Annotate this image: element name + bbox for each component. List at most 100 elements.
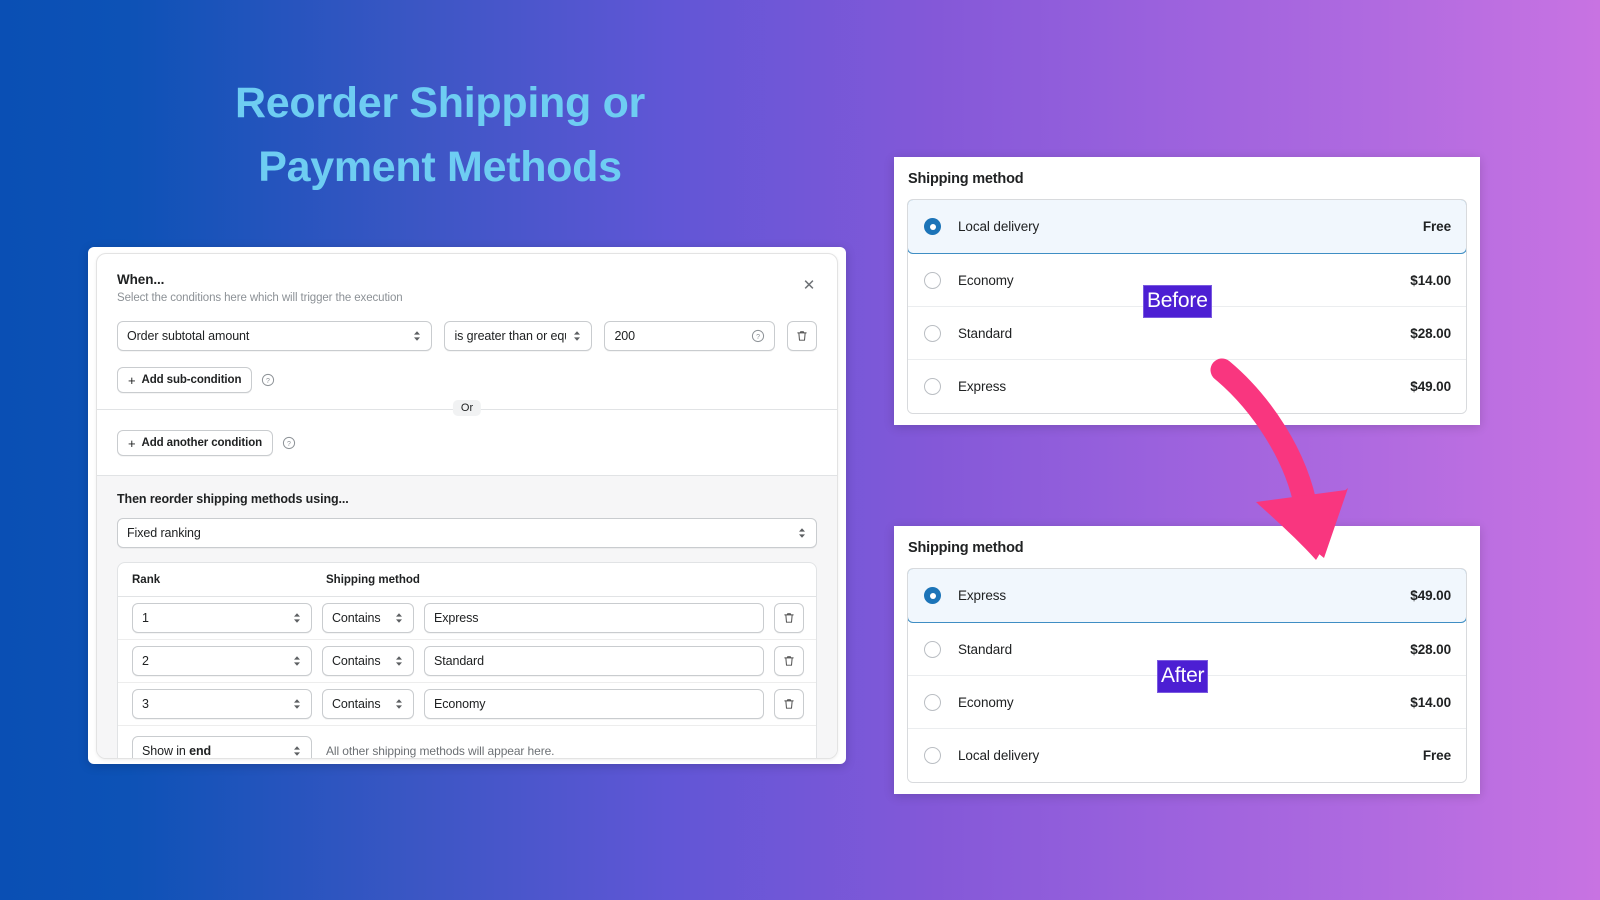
chevron-updown-icon xyxy=(799,528,805,538)
shipping-method-title: Shipping method xyxy=(908,171,1024,187)
tail-row: Show in end All other shipping methods w… xyxy=(118,726,816,758)
plus-icon: + xyxy=(128,372,136,388)
shipping-option-name: Standard xyxy=(958,641,1012,657)
trash-icon xyxy=(784,699,794,709)
radio-button-icon[interactable] xyxy=(924,218,941,235)
delete-rank-row-button[interactable] xyxy=(774,689,804,719)
curved-down-arrow-icon xyxy=(1210,358,1348,560)
ranking-mode-select[interactable]: Fixed ranking xyxy=(117,518,817,548)
rank-number-value: 2 xyxy=(142,654,149,668)
rank-number-select[interactable]: 1 xyxy=(132,603,312,633)
delete-rank-row-button[interactable] xyxy=(774,603,804,633)
match-operator-value: Contains xyxy=(332,611,381,625)
radio-button-icon[interactable] xyxy=(924,693,941,711)
svg-text:?: ? xyxy=(756,334,760,341)
shipping-option-row[interactable]: Local delivery Free xyxy=(908,729,1466,782)
tail-note: All other shipping methods will appear h… xyxy=(326,744,555,758)
page-title-line-2: Payment Methods xyxy=(258,142,622,191)
delete-rank-row-button[interactable] xyxy=(774,646,804,676)
condition-amount-value: 200 xyxy=(614,329,636,343)
rank-table-row: 3 Contains Economy xyxy=(118,683,816,726)
reorder-title: Then reorder shipping methods using... xyxy=(117,492,349,506)
condition-operator-select[interactable]: is greater than or equals xyxy=(444,321,593,351)
shipping-option-name: Standard xyxy=(958,325,1012,341)
shipping-option-row[interactable]: Local delivery Free xyxy=(908,200,1466,254)
shipping-option-price: $14.00 xyxy=(1410,694,1451,710)
shipping-option-price: Free xyxy=(1422,219,1451,234)
shipping-method-value: Express xyxy=(434,611,479,625)
condition-field-select[interactable]: Order subtotal amount xyxy=(117,321,433,351)
chevron-updown-icon xyxy=(396,656,402,666)
shipping-method-value: Standard xyxy=(434,654,484,668)
radio-button-icon[interactable] xyxy=(924,324,941,342)
svg-text:?: ? xyxy=(266,378,270,385)
shipping-option-name: Express xyxy=(958,588,1007,603)
rank-number-select[interactable]: 3 xyxy=(132,689,312,719)
rank-table-row: 2 Contains Standard xyxy=(118,640,816,683)
trash-icon xyxy=(784,656,794,666)
chevron-updown-icon xyxy=(396,699,402,709)
page-title: Reorder Shipping or Payment Methods xyxy=(90,72,790,199)
shipping-method-value: Economy xyxy=(434,697,486,711)
radio-button-icon[interactable] xyxy=(924,640,941,658)
shipping-option-name: Economy xyxy=(958,694,1014,710)
match-operator-value: Contains xyxy=(332,697,381,711)
shipping-method-input[interactable]: Economy xyxy=(424,689,764,719)
trash-icon xyxy=(797,331,807,341)
radio-button-icon[interactable] xyxy=(924,587,941,604)
shipping-option-row[interactable]: Express $49.00 xyxy=(908,569,1466,623)
condition-operator-value: is greater than or equals xyxy=(454,329,566,343)
match-operator-select[interactable]: Contains xyxy=(322,646,414,676)
when-section: When... Select the conditions here which… xyxy=(97,254,837,409)
reorder-section: Then reorder shipping methods using... F… xyxy=(97,475,837,758)
shipping-option-name: Local delivery xyxy=(958,748,1040,763)
chevron-updown-icon xyxy=(294,699,300,709)
shipping-option-price: $14.00 xyxy=(1410,272,1451,288)
close-icon[interactable]: ✕ xyxy=(801,278,817,294)
match-operator-select[interactable]: Contains xyxy=(322,603,414,633)
show-remaining-select[interactable]: Show in end xyxy=(132,736,312,758)
question-circle-icon[interactable]: ? xyxy=(751,329,765,343)
shipping-method-input[interactable]: Express xyxy=(424,603,764,633)
rank-number-value: 3 xyxy=(142,697,149,711)
trash-icon xyxy=(784,613,794,623)
rank-table-body: 1 Contains Express 2 Contains Standard 3 Contai… xyxy=(118,597,816,726)
match-operator-select[interactable]: Contains xyxy=(322,689,414,719)
condition-row: Order subtotal amount is greater than or… xyxy=(117,321,817,351)
shipping-option-price: $28.00 xyxy=(1410,325,1451,341)
radio-button-icon[interactable] xyxy=(924,378,941,395)
shipping-option-price: $49.00 xyxy=(1410,588,1451,603)
condition-amount-input[interactable]: 200 ? xyxy=(604,321,775,351)
delete-condition-button[interactable] xyxy=(787,321,817,351)
shipping-method-input[interactable]: Standard xyxy=(424,646,764,676)
rank-table-row: 1 Contains Express xyxy=(118,597,816,640)
rank-table-header: Rank Shipping method xyxy=(118,563,816,597)
after-tag: After xyxy=(1157,660,1209,693)
question-circle-icon[interactable]: ? xyxy=(282,436,296,450)
or-divider: Or xyxy=(97,400,837,416)
svg-text:?: ? xyxy=(287,441,291,448)
or-chip: Or xyxy=(452,400,482,416)
condition-field-value: Order subtotal amount xyxy=(127,329,250,343)
rule-builder-frame: When... Select the conditions here which… xyxy=(88,247,846,764)
chevron-updown-icon xyxy=(294,613,300,623)
chevron-updown-icon xyxy=(414,331,421,341)
page-title-line-1: Reorder Shipping or xyxy=(235,79,645,127)
shipping-option-price: $28.00 xyxy=(1410,641,1451,657)
method-column-header: Shipping method xyxy=(326,573,420,586)
add-another-condition-label: Add another condition xyxy=(141,437,263,449)
ranking-mode-value: Fixed ranking xyxy=(127,526,201,540)
rank-number-select[interactable]: 2 xyxy=(132,646,312,676)
add-another-condition-row: + Add another condition ? xyxy=(97,410,837,475)
add-another-condition-button[interactable]: + Add another condition xyxy=(117,430,274,456)
radio-button-icon[interactable] xyxy=(924,747,941,764)
shipping-option-price: Free xyxy=(1422,748,1451,763)
shipping-option-price: $49.00 xyxy=(1410,379,1451,394)
rule-builder-card: When... Select the conditions here which… xyxy=(96,253,838,759)
question-circle-icon[interactable]: ? xyxy=(261,373,275,387)
radio-button-icon[interactable] xyxy=(924,271,941,289)
rank-table: Rank Shipping method 1 Contains Express 2 Co… xyxy=(117,562,817,758)
add-sub-condition-button[interactable]: + Add sub-condition xyxy=(117,367,253,393)
chevron-updown-icon xyxy=(294,746,300,756)
shipping-option-row[interactable]: Express $49.00 xyxy=(908,360,1466,413)
